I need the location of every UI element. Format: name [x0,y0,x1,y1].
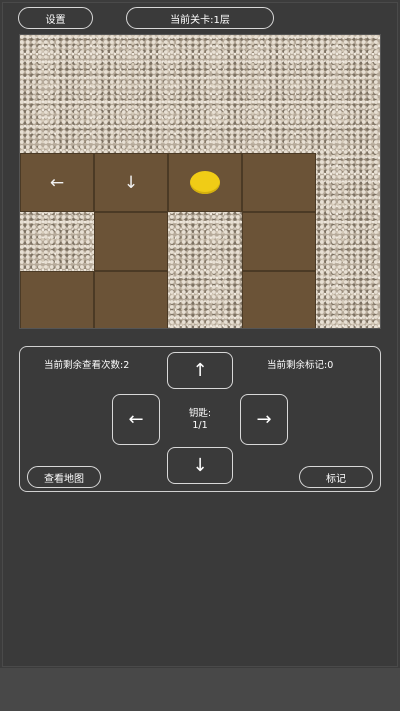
settings-button[interactable]: 设置 [18,7,93,29]
mark-button[interactable]: 标记 [299,466,373,488]
move-up-button[interactable]: ↑ [167,352,233,389]
floor-tile [168,153,242,212]
arrow-right-icon: → [256,409,272,430]
floor-tile [20,271,94,328]
floor-tile: ↓ [94,153,168,212]
arrow-left-icon: ← [128,409,144,430]
floor-tile [242,212,316,271]
arrow-down-icon: ↓ [123,172,139,193]
move-right-button[interactable]: → [240,394,288,445]
arrow-left-icon: ← [49,172,65,193]
view-map-button[interactable]: 查看地图 [27,466,101,488]
maze-board: ← ↓ [19,34,381,329]
bottom-band [0,668,400,711]
floor-tile [242,271,316,328]
level-indicator: 当前关卡:1层 [126,7,274,29]
keys-label: 钥匙: [188,408,212,419]
coin-icon [190,171,220,194]
floor-tile [94,271,168,328]
marks-remaining: 当前剩余标记:0 [267,360,334,371]
move-left-button[interactable]: ← [112,394,160,445]
floor-tile [94,212,168,271]
move-down-button[interactable]: ↓ [167,447,233,484]
arrow-down-icon: ↓ [192,455,208,476]
views-remaining: 当前剩余查看次数:2 [44,360,130,371]
keys-counter: 钥匙: 1/1 [170,408,230,432]
floor-tile: ← [20,153,94,212]
floor-tile [242,153,316,212]
keys-value: 1/1 [192,420,208,431]
arrow-up-icon: ↑ [192,360,208,381]
